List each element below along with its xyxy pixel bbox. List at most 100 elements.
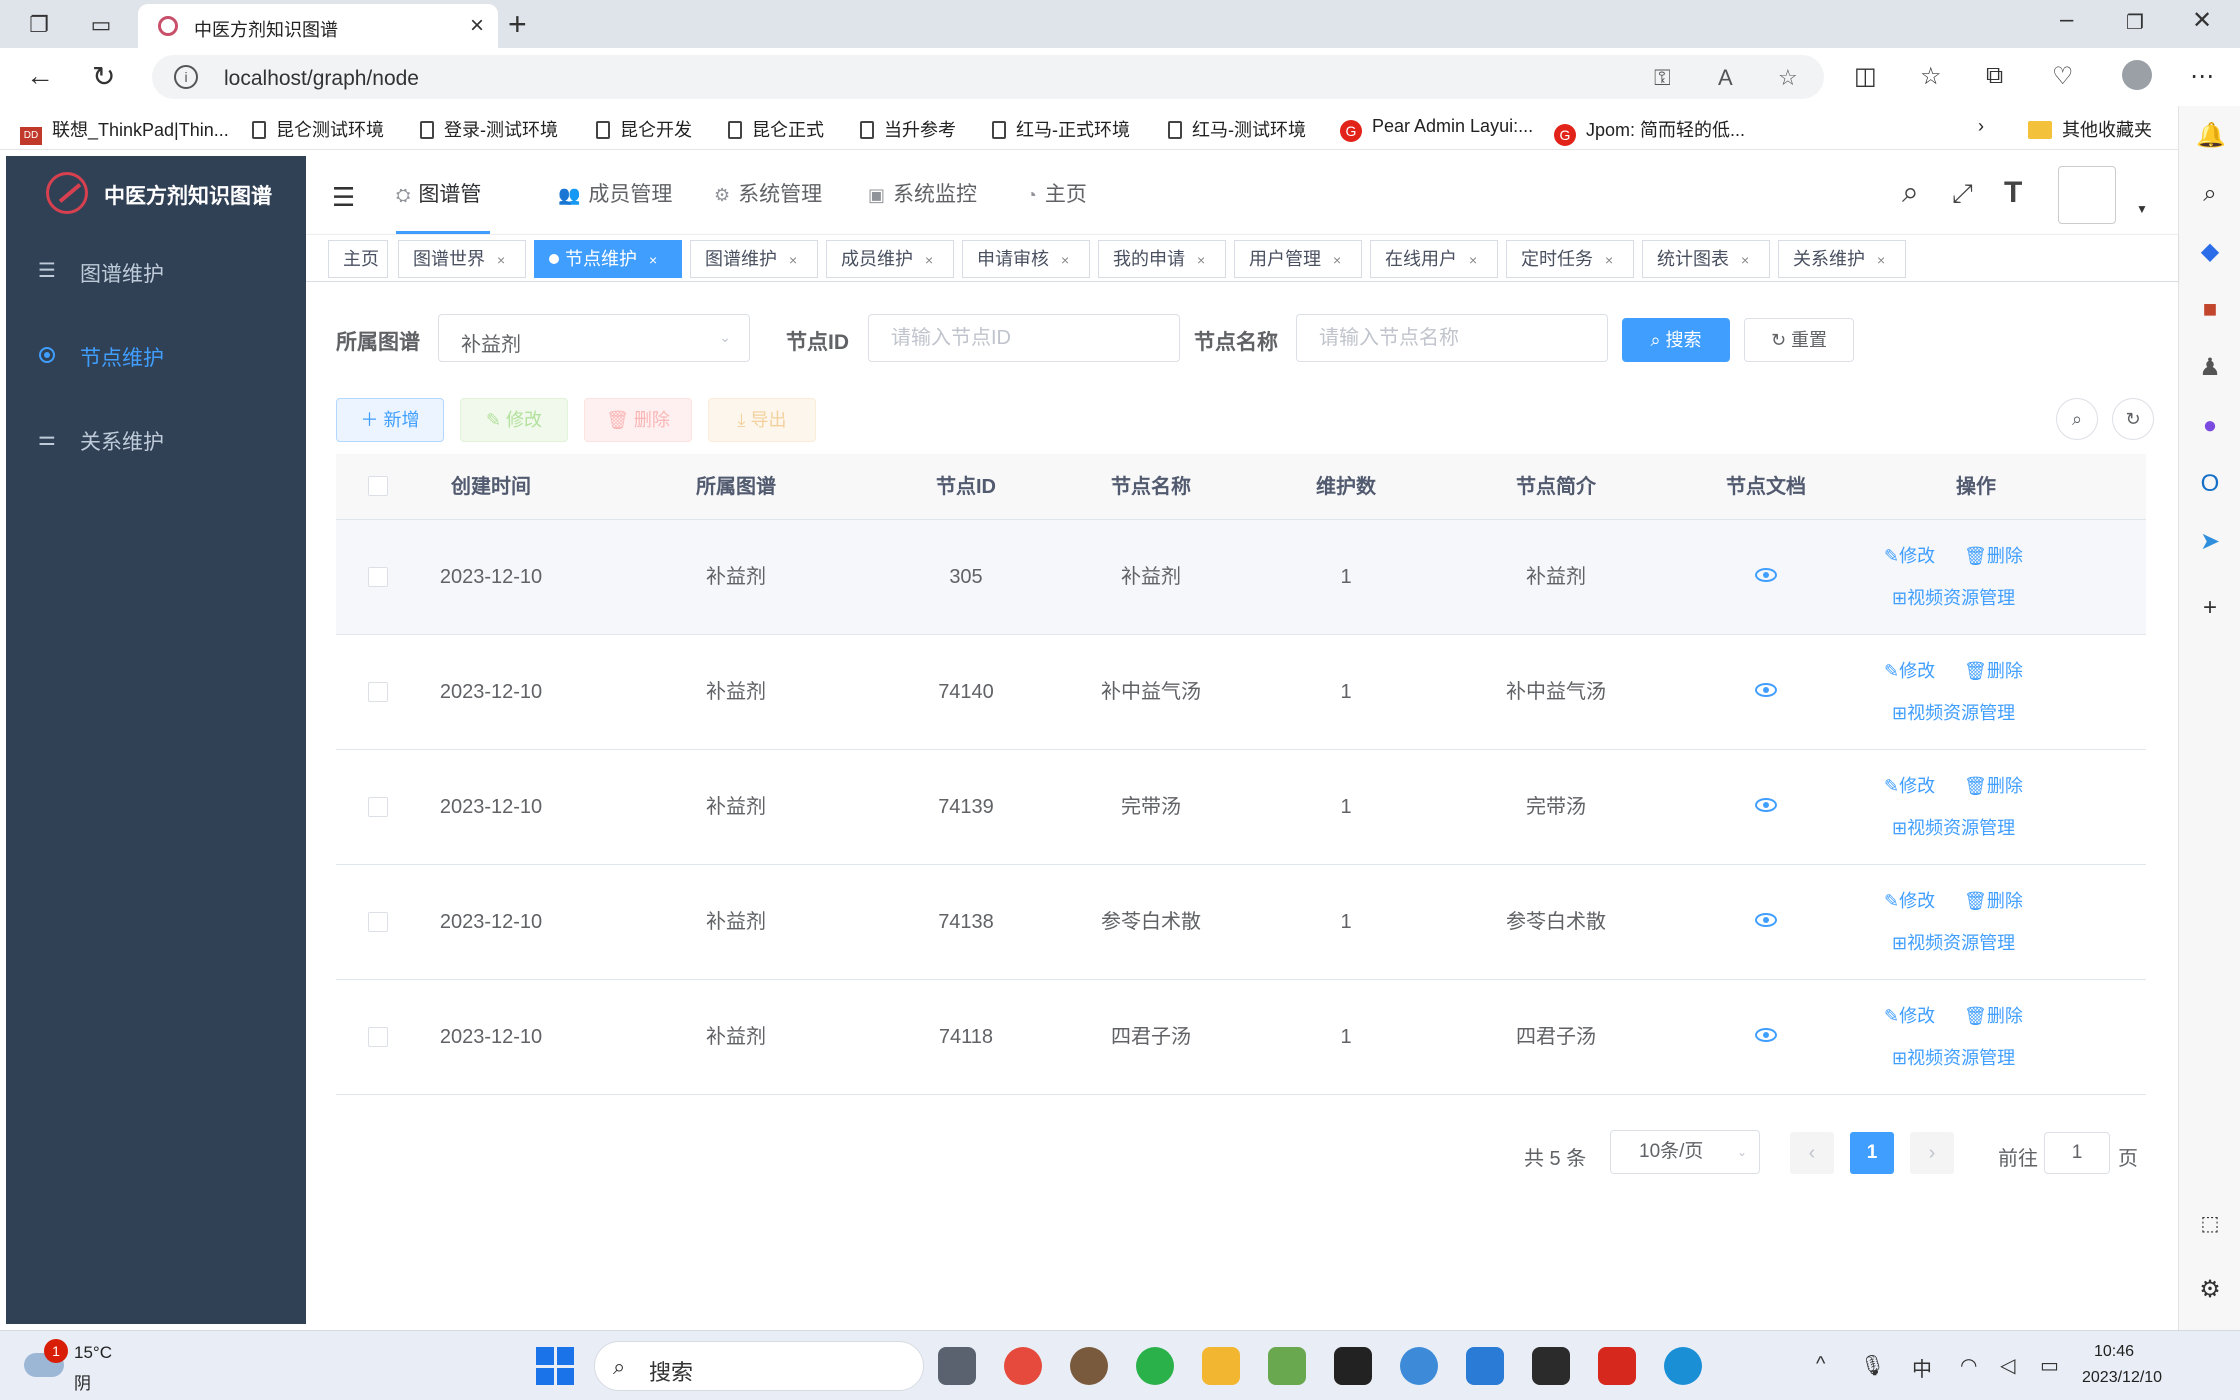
profile-avatar[interactable] <box>2122 60 2152 90</box>
console-icon[interactable] <box>1532 1347 1570 1385</box>
copilot-icon[interactable]: ● <box>2196 412 2224 440</box>
ime-label[interactable]: 中 <box>1912 1353 1932 1382</box>
row-edit-link[interactable]: ✎修改 <box>1884 887 1935 913</box>
eye-icon[interactable] <box>1755 568 1777 582</box>
window-close-icon[interactable]: ✕ <box>2192 6 2212 35</box>
site-info-icon[interactable]: i <box>174 65 198 89</box>
tag-item[interactable]: 关系维护 × <box>1778 240 1906 278</box>
settings-gear-icon[interactable]: ⚙ <box>2196 1276 2224 1304</box>
tag-close-icon[interactable]: × <box>497 252 505 268</box>
tab-actions-icon[interactable]: ▭ <box>86 10 116 40</box>
prev-page-button[interactable]: ‹ <box>1790 1132 1834 1174</box>
toggle-search-icon[interactable]: ⌕ <box>2056 398 2098 440</box>
row-video-manage-link[interactable]: ⊞视频资源管理 <box>1892 699 2015 725</box>
bookmark-item[interactable]: 昆仑开发 <box>596 116 692 142</box>
key-icon[interactable]: ⚿ <box>1654 65 1671 91</box>
caret-down-icon[interactable]: ▼ <box>2136 202 2148 216</box>
tag-item[interactable]: 图谱维护 × <box>690 240 818 278</box>
tools-icon[interactable]: ■ <box>2196 296 2224 324</box>
add-button[interactable]: ＋ 新增 <box>336 398 444 442</box>
app-logo[interactable]: 中医方剂知识图谱 <box>6 156 306 232</box>
row-delete-link[interactable]: 🗑删除 <box>1964 772 2023 798</box>
row-delete-link[interactable]: 🗑删除 <box>1964 542 2023 568</box>
row-checkbox[interactable] <box>368 1027 388 1047</box>
topnav-graph-manage[interactable]: ⛭图谱管理 <box>396 156 490 284</box>
search-button[interactable]: ⌕ 搜索 <box>1622 318 1730 362</box>
bookmarks-overflow-icon[interactable]: › <box>1978 116 1984 137</box>
bookmark-item[interactable]: G Jpom: 简而轻的低... <box>1554 116 1745 146</box>
tab-close-icon[interactable]: × <box>470 12 484 40</box>
eye-icon[interactable] <box>1755 798 1777 812</box>
wifi-icon[interactable]: ◠ <box>1960 1353 1977 1378</box>
page-size-select[interactable]: 10条/页 ⌄ <box>1610 1130 1760 1174</box>
row-video-manage-link[interactable]: ⊞视频资源管理 <box>1892 1044 2015 1070</box>
other-favorites-folder[interactable]: 其他收藏夹 <box>2028 116 2152 142</box>
bookmark-item[interactable]: 红马-测试环境 <box>1168 116 1306 142</box>
edge-icon[interactable] <box>1664 1347 1702 1385</box>
goto-page-input[interactable] <box>2044 1132 2110 1174</box>
split-screen-icon[interactable]: ◫ <box>1854 62 1877 91</box>
read-aloud-icon[interactable]: A <box>1718 65 1733 91</box>
bell-icon[interactable]: 🔔 <box>2196 122 2226 150</box>
row-edit-link[interactable]: ✎修改 <box>1884 657 1935 683</box>
back-icon[interactable]: ← <box>26 60 54 92</box>
sidebar-item-node-maintain[interactable]: 节点维护 <box>6 314 306 398</box>
topnav-system-manage[interactable]: ⚙ 系统管理 <box>714 156 822 234</box>
row-checkbox[interactable] <box>368 912 388 932</box>
tag-close-icon[interactable]: × <box>1605 252 1613 268</box>
eye-icon[interactable] <box>1755 913 1777 927</box>
tag-close-icon[interactable]: × <box>789 252 797 268</box>
editor-icon[interactable] <box>1268 1347 1306 1385</box>
sidebar-item-relation-maintain[interactable]: ⚌ 关系维护 <box>6 398 306 482</box>
tag-item[interactable]: 用户管理 × <box>1234 240 1362 278</box>
row-edit-link[interactable]: ✎修改 <box>1884 772 1935 798</box>
row-video-manage-link[interactable]: ⊞视频资源管理 <box>1892 929 2015 955</box>
row-edit-link[interactable]: ✎修改 <box>1884 542 1935 568</box>
screenshot-icon[interactable]: ⬚ <box>2196 1210 2224 1238</box>
url-field[interactable]: i localhost/graph/node ⚿ A ☆ <box>152 55 1824 99</box>
restore-icon[interactable]: ❐ <box>2126 10 2144 35</box>
tag-close-icon[interactable]: × <box>1061 252 1069 268</box>
eye-icon[interactable] <box>1755 683 1777 697</box>
row-delete-link[interactable]: 🗑删除 <box>1964 887 2023 913</box>
browser-tab[interactable]: 中医方剂知识图谱 × <box>138 4 498 48</box>
tag-item[interactable]: 在线用户 × <box>1370 240 1498 278</box>
hamburger-icon[interactable]: ☰ <box>332 182 355 213</box>
bookmark-item[interactable]: 昆仑正式 <box>728 116 824 142</box>
more-menu-icon[interactable]: ⋯ <box>2190 62 2214 91</box>
app-icon[interactable] <box>1400 1347 1438 1385</box>
add-sidebar-app-icon[interactable]: + <box>2196 594 2224 622</box>
bookmark-item[interactable]: DD 联想_ThinkPad|Thin... <box>20 116 229 145</box>
tag-close-icon[interactable]: × <box>1197 252 1205 268</box>
topnav-system-monitor[interactable]: ▣ 系统监控 <box>868 156 977 234</box>
fullscreen-icon[interactable]: ⤢ <box>1952 178 1973 210</box>
bookmark-item[interactable]: 当升参考 <box>860 116 956 142</box>
workspaces-icon[interactable]: ❐ <box>24 10 54 40</box>
row-checkbox[interactable] <box>368 567 388 587</box>
file-explorer-icon[interactable] <box>1202 1347 1240 1385</box>
select-all-checkbox[interactable] <box>368 476 388 496</box>
bookmark-item[interactable]: G Pear Admin Layui:... <box>1340 116 1533 142</box>
row-edit-link[interactable]: ✎修改 <box>1884 1002 1935 1028</box>
task-view-icon[interactable] <box>938 1347 976 1385</box>
row-video-manage-link[interactable]: ⊞视频资源管理 <box>1892 584 2015 610</box>
tray-chevron-icon[interactable]: ^ <box>1816 1353 1825 1376</box>
tag-close-icon[interactable]: × <box>1741 252 1749 268</box>
battery-icon[interactable]: ▭ <box>2040 1353 2059 1378</box>
node-id-input[interactable] <box>868 314 1180 362</box>
reset-button[interactable]: ↻ 重置 <box>1744 318 1854 362</box>
page-number-current[interactable]: 1 <box>1850 1132 1894 1174</box>
tag-item[interactable]: 定时任务 × <box>1506 240 1634 278</box>
graph-select[interactable]: 补益剂 ⌄ <box>438 314 750 362</box>
font-size-icon[interactable]: T <box>2004 176 2022 210</box>
tag-item[interactable]: 成员维护 × <box>826 240 954 278</box>
wps-icon[interactable] <box>1598 1347 1636 1385</box>
new-tab-icon[interactable]: + <box>508 6 527 43</box>
row-delete-link[interactable]: 🗑删除 <box>1964 657 2023 683</box>
taskbar-search[interactable]: ⌕ 搜索 <box>594 1341 924 1391</box>
outlook-icon[interactable]: O <box>2196 470 2224 498</box>
tag-item[interactable]: 主页 <box>328 240 388 278</box>
microphone-icon[interactable]: 🎙 <box>1860 1353 1885 1378</box>
favorites-icon[interactable]: ☆ <box>1920 62 1942 91</box>
tag-close-icon[interactable]: × <box>649 252 657 268</box>
